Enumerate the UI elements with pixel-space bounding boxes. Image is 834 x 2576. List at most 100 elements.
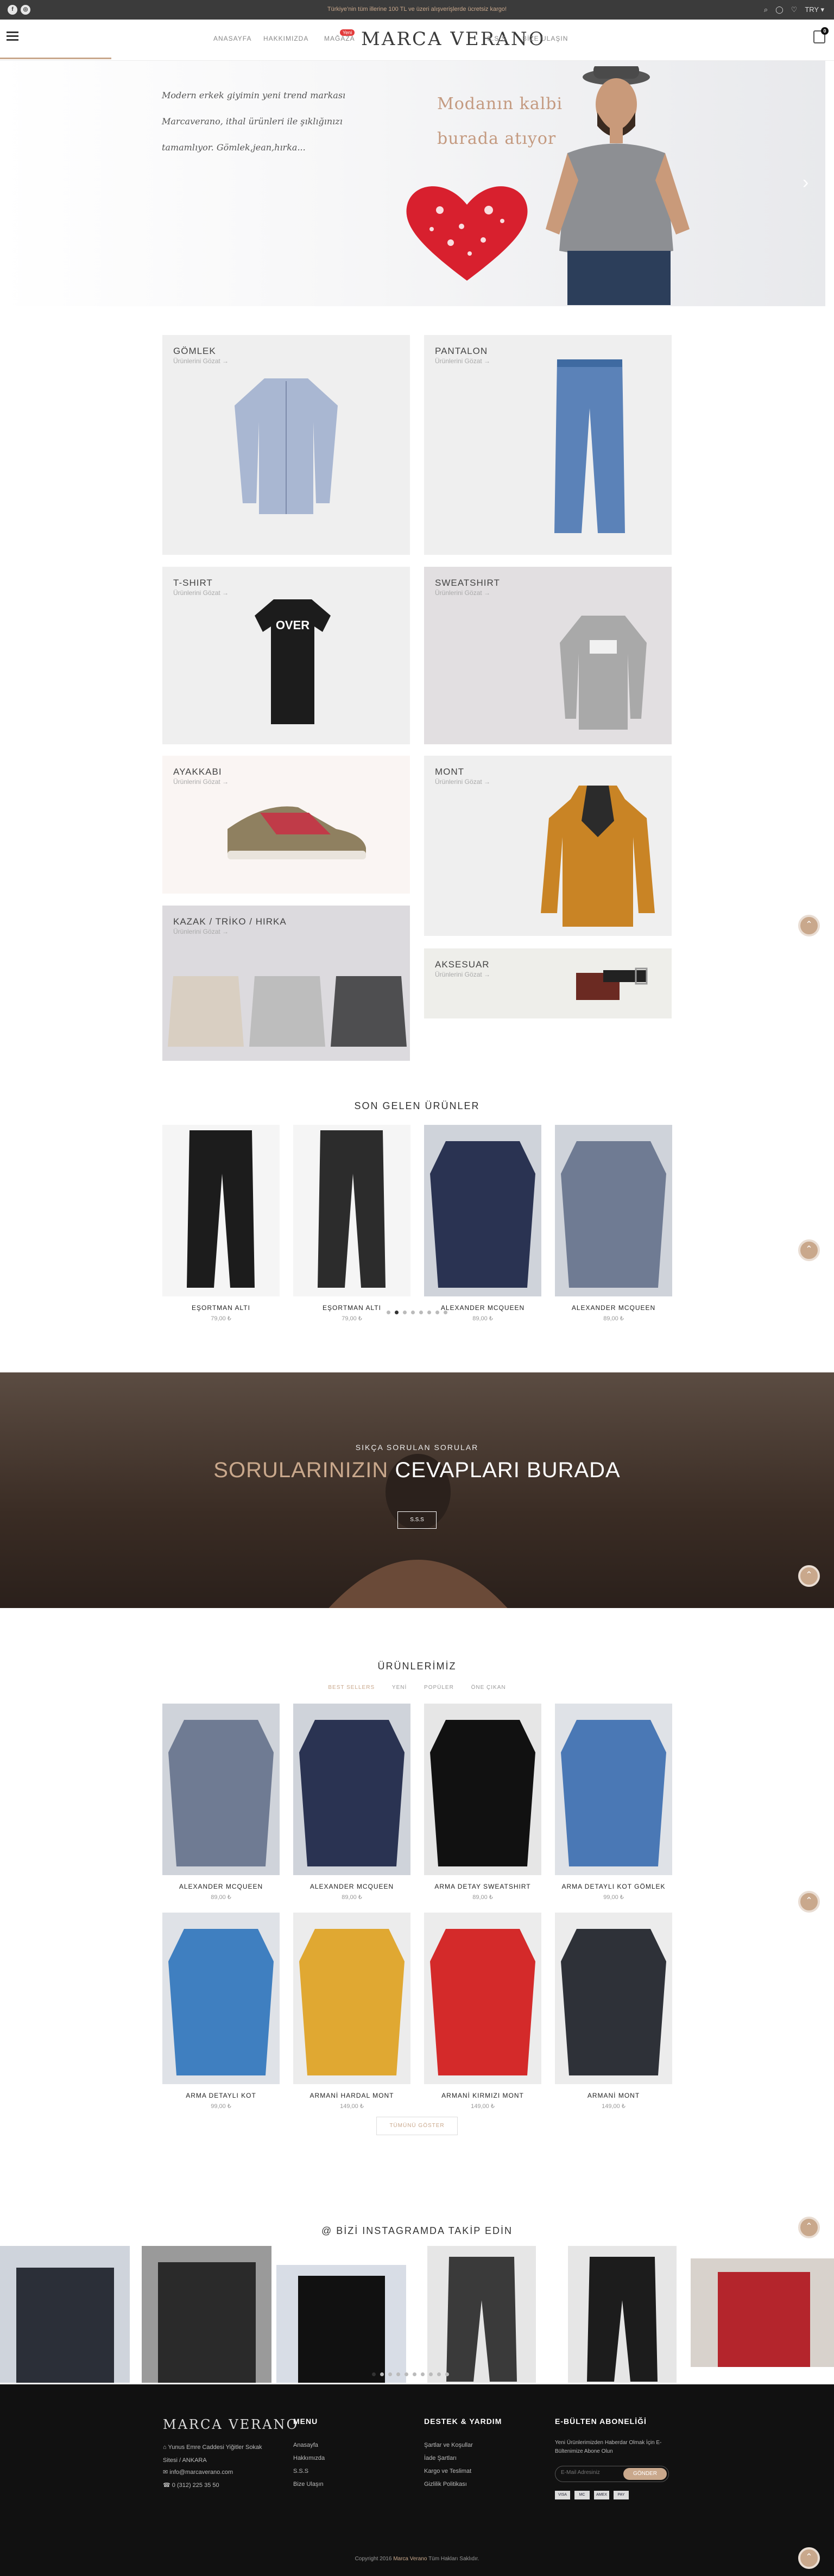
nav-about[interactable]: HAKKIMIZDA	[263, 35, 308, 42]
browse-link[interactable]: Ürünlerini Gözat →	[173, 778, 229, 786]
instagram-photo[interactable]	[0, 2246, 130, 2383]
footer-link[interactable]: Anasayfa	[293, 2439, 325, 2452]
newsletter-send-button[interactable]: GÖNDER	[623, 2468, 667, 2480]
faq-banner: SIKÇA SORULAN SORULAR SORULARINIZIN CEVA…	[0, 1372, 834, 1608]
product-card[interactable]: ALEXANDER MCQUEEN 89,00 ₺	[293, 1704, 410, 1901]
newsletter-form: GÖNDER	[555, 2466, 669, 2482]
tab-new[interactable]: YENİ	[392, 1685, 407, 1691]
footer-link[interactable]: Gizlilik Politikası	[424, 2478, 473, 2491]
product-card[interactable]: ARMA DETAY SWEATSHIRT 89,00 ₺	[424, 1704, 541, 1901]
tab-featured[interactable]: ÖNE ÇIKAN	[471, 1685, 506, 1691]
site-logo[interactable]: MARCA VERANO	[361, 28, 546, 50]
product-image[interactable]	[555, 1913, 672, 2084]
instagram-photo[interactable]	[427, 2246, 536, 2383]
instagram-pagination[interactable]	[372, 2372, 449, 2376]
scroll-top-button[interactable]: ⌃	[798, 1239, 820, 1261]
tab-popular[interactable]: POPÜLER	[424, 1685, 454, 1691]
category-gomlek[interactable]: GÖMLEK Ürünlerini Gözat →	[162, 335, 410, 555]
category-ayakkabi[interactable]: AYAKKABI Ürünlerini Gözat →	[162, 756, 410, 894]
footer-link[interactable]: Kargo ve Teslimat	[424, 2465, 473, 2478]
product-image[interactable]	[424, 1913, 541, 2084]
product-image[interactable]	[162, 1913, 280, 2084]
footer-link[interactable]: S.S.S	[293, 2465, 325, 2478]
svg-text:OVER: OVER	[276, 618, 309, 632]
show-all-button[interactable]: TÜMÜNÜ GÖSTER	[376, 2117, 458, 2135]
browse-link[interactable]: Ürünlerini Gözat →	[435, 971, 490, 978]
scroll-top-button[interactable]: ⌃	[798, 2217, 820, 2238]
user-icon[interactable]: ◯	[775, 5, 784, 14]
product-image[interactable]	[162, 1125, 280, 1296]
nav-store[interactable]: MAĞAZA	[324, 35, 355, 42]
product-card[interactable]: ALEXANDER MCQUEEN 89,00 ₺	[162, 1704, 280, 1901]
nav-home[interactable]: ANASAYFA	[213, 35, 251, 42]
faq-button[interactable]: S.S.S	[397, 1511, 437, 1529]
footer-link[interactable]: Şartlar ve Koşullar	[424, 2439, 473, 2452]
product-card[interactable]: ARMA DETAYLI KOT 99,00 ₺	[162, 1913, 280, 2110]
product-image[interactable]	[293, 1913, 410, 2084]
product-image[interactable]	[293, 1704, 410, 1875]
product-card[interactable]: ARMANİ KIRMIZI MONT 149,00 ₺	[424, 1913, 541, 2110]
footer-menu-title: MENU	[293, 2417, 318, 2426]
browse-link[interactable]: Ürünlerini Gözat →	[173, 589, 229, 597]
browse-link[interactable]: Ürünlerini Gözat →	[435, 589, 490, 597]
jeans-image	[554, 359, 625, 533]
footer-logo[interactable]: MARCA VERANO	[163, 2417, 299, 2432]
product-image[interactable]	[555, 1704, 672, 1875]
newsletter-email-input[interactable]	[561, 2470, 621, 2476]
scroll-top-button[interactable]: ⌃	[798, 915, 820, 936]
product-image[interactable]	[293, 1125, 410, 1296]
instagram-photo[interactable]	[276, 2265, 406, 2383]
cart-count: 0	[821, 27, 829, 35]
faq-title-a: SORULARINIZIN	[213, 1458, 389, 1482]
mastercard-icon: MC	[574, 2491, 590, 2499]
copyright: Copyright 2016 Marca Verano Tüm Hakları …	[355, 2556, 479, 2562]
product-image[interactable]	[555, 1125, 672, 1296]
cart-icon[interactable]: 0	[813, 27, 829, 43]
scroll-top-button[interactable]: ⌃	[798, 2547, 820, 2569]
instagram-photo[interactable]	[142, 2246, 271, 2383]
footer-link[interactable]: Hakkımızda	[293, 2452, 325, 2465]
currency-selector[interactable]: TRY ▾	[805, 5, 824, 14]
browse-link[interactable]: Ürünlerini Gözat →	[435, 778, 490, 786]
tab-best-sellers[interactable]: BEST SELLERS	[328, 1685, 375, 1691]
category-aksesuar[interactable]: AKSESUAR Ürünlerini Gözat →	[424, 948, 672, 1018]
faq-title-b: CEVAPLARI BURADA	[395, 1458, 621, 1482]
product-card[interactable]: ARMANİ HARDAL MONT 149,00 ₺	[293, 1913, 410, 2110]
category-tshirt[interactable]: T-SHIRT Ürünlerini Gözat → OVER	[162, 567, 410, 744]
scroll-top-button[interactable]: ⌃	[798, 1891, 820, 1913]
browse-link[interactable]: Ürünlerini Gözat →	[435, 357, 490, 365]
product-card[interactable]: EŞORTMAN ALTI 79,00 ₺	[293, 1125, 410, 1322]
latest-pagination[interactable]	[387, 1311, 447, 1314]
footer-link[interactable]: İade Şartları	[424, 2452, 473, 2465]
footer-newsletter-title: E-BÜLTEN ABONELİĞİ	[555, 2417, 647, 2426]
category-sweatshirt[interactable]: SWEATSHIRT Ürünlerini Gözat →	[424, 567, 672, 744]
category-kazak[interactable]: KAZAK / TRİKO / HIRKA Ürünlerini Gözat →	[162, 906, 410, 1061]
product-card[interactable]: ARMA DETAYLI KOT GÖMLEK 99,00 ₺	[555, 1704, 672, 1901]
product-card[interactable]: ARMANİ MONT 149,00 ₺	[555, 1913, 672, 2110]
nav-faq[interactable]: S.S.S	[487, 35, 507, 42]
slider-prev[interactable]: ‹	[10, 172, 16, 193]
footer-email[interactable]: ✉ info@marcaverano.com	[163, 2466, 233, 2479]
product-card[interactable]: EŞORTMAN ALTI 79,00 ₺	[162, 1125, 280, 1322]
nav-contact[interactable]: BİZE ULAŞIN	[522, 35, 568, 42]
instagram-title: @ BİZİ INSTAGRAMDA TAKİP EDİN	[321, 2225, 513, 2236]
browse-link[interactable]: Ürünlerini Gözat →	[173, 357, 229, 365]
new-badge: Yeni	[340, 29, 355, 36]
instagram-photo[interactable]	[691, 2258, 834, 2367]
product-card[interactable]: ALEXANDER MCQUEEN 89,00 ₺	[555, 1125, 672, 1322]
product-image[interactable]	[162, 1704, 280, 1875]
footer-address: ⌂ Yunus Emre Caddesi Yiğitler Sokak Site…	[163, 2444, 262, 2464]
product-card[interactable]: ALEXANDER MCQUEEN 89,00 ₺	[424, 1125, 541, 1322]
product-image[interactable]	[424, 1704, 541, 1875]
browse-link[interactable]: Ürünlerini Gözat →	[173, 928, 229, 935]
category-pantalon[interactable]: PANTALON Ürünlerini Gözat →	[424, 335, 672, 555]
slider-next[interactable]: ›	[803, 172, 808, 193]
heart-icon[interactable]: ♡	[791, 5, 798, 14]
footer-link[interactable]: Bize Ulaşın	[293, 2478, 325, 2491]
scroll-top-button[interactable]: ⌃	[798, 1565, 820, 1587]
instagram-photo[interactable]	[568, 2246, 677, 2383]
category-mont[interactable]: MONT Ürünlerini Gözat →	[424, 756, 672, 936]
search-icon[interactable]: ⌕	[764, 5, 768, 14]
menu-icon[interactable]	[7, 31, 18, 41]
product-image[interactable]	[424, 1125, 541, 1296]
